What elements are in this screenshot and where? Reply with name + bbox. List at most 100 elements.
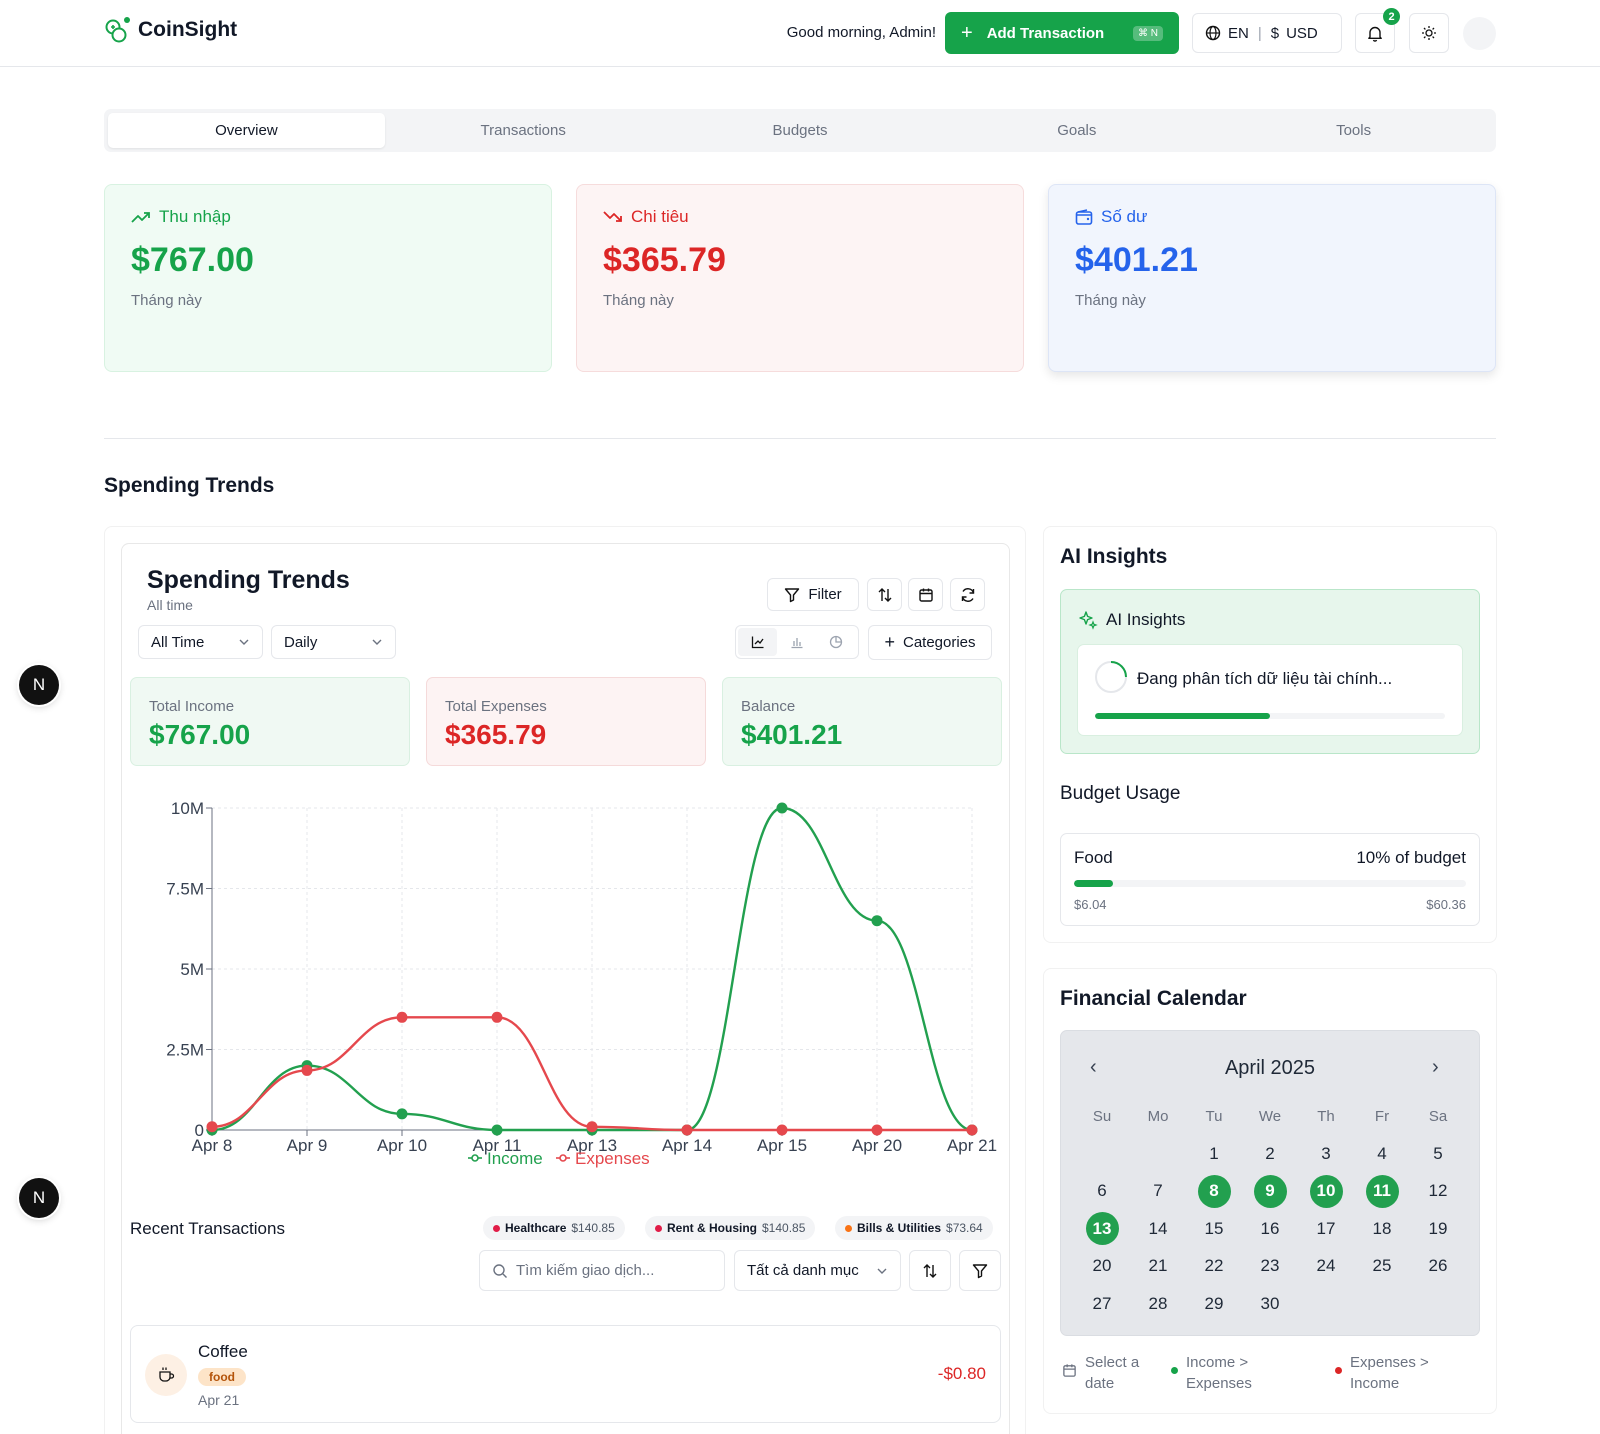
calendar-day[interactable]: 3 xyxy=(1298,1135,1354,1173)
top-category-chip[interactable]: Rent & Housing $140.85 xyxy=(645,1216,816,1240)
data-point-income xyxy=(396,1108,408,1120)
calendar-day[interactable]: 22 xyxy=(1186,1248,1242,1286)
section-title: Spending Trends xyxy=(104,474,275,497)
bar-chart-toggle[interactable] xyxy=(777,628,816,656)
calendar-legend-expenses: Expenses > Income xyxy=(1335,1352,1450,1394)
filter-icon xyxy=(785,587,800,602)
x-tick-label: Apr 9 xyxy=(287,1136,328,1155)
categories-label: Categories xyxy=(902,634,976,651)
x-tick-label: Apr 20 xyxy=(852,1136,902,1155)
calendar-day[interactable]: 30 xyxy=(1242,1285,1298,1323)
date-range-button[interactable] xyxy=(908,578,943,611)
category-dot xyxy=(655,1224,662,1232)
legend-marker xyxy=(471,1154,479,1162)
calendar-day[interactable]: 12 xyxy=(1410,1173,1466,1211)
chevron-down-icon xyxy=(877,1268,887,1274)
add-transaction-button[interactable]: + Add Transaction ⌘ N xyxy=(945,12,1179,54)
top-bar: CoinSight Good morning, Admin! + Add Tra… xyxy=(0,0,1600,67)
theme-toggle-button[interactable] xyxy=(1409,13,1449,53)
user-avatar[interactable] xyxy=(1463,17,1496,50)
category-name: Bills & Utilities xyxy=(857,1221,942,1235)
transaction-filter-button[interactable] xyxy=(959,1250,1001,1291)
transaction-row[interactable]: Coffee food Apr 21 -$0.80 xyxy=(130,1325,1001,1423)
weekday-header: We xyxy=(1258,1107,1282,1125)
calendar-day[interactable]: 9 xyxy=(1242,1173,1298,1211)
top-category-chip[interactable]: Bills & Utilities $73.64 xyxy=(835,1216,993,1240)
legend-label: Expenses > Income xyxy=(1350,1354,1429,1392)
calendar-day[interactable]: 27 xyxy=(1074,1285,1130,1323)
calendar-day-number: 3 xyxy=(1321,1143,1331,1163)
calendar-day[interactable]: 5 xyxy=(1410,1135,1466,1173)
filter-button[interactable]: Filter xyxy=(767,578,859,611)
calendar-day[interactable]: 21 xyxy=(1130,1248,1186,1286)
ai-status-message: Đang phân tích dữ liệu tài chính... xyxy=(1137,669,1393,688)
locale-switcher[interactable]: EN | $ USD xyxy=(1192,13,1342,53)
sparkles-icon xyxy=(1079,611,1098,630)
calendar-day-number: 15 xyxy=(1204,1218,1224,1238)
data-point-expenses xyxy=(301,1064,313,1076)
calendar-day[interactable]: 7 xyxy=(1130,1173,1186,1211)
calendar-day[interactable]: 2 xyxy=(1242,1135,1298,1173)
calendar-day[interactable]: 24 xyxy=(1298,1248,1354,1286)
calendar-day[interactable]: 18 xyxy=(1354,1210,1410,1248)
categories-button[interactable]: + Categories xyxy=(868,625,992,660)
sort-arrows-icon xyxy=(923,1263,937,1278)
data-point-expenses xyxy=(871,1124,883,1136)
line-chart-toggle[interactable] xyxy=(738,628,778,656)
ai-progress-bar xyxy=(1095,713,1445,719)
interval-select[interactable]: Daily xyxy=(271,625,396,659)
notifications-button[interactable]: 2 xyxy=(1355,8,1400,53)
y-tick-label: 7.5M xyxy=(166,880,204,899)
calendar-day[interactable]: 1 xyxy=(1186,1135,1242,1173)
calendar-day[interactable]: 17 xyxy=(1298,1210,1354,1248)
calendar-day[interactable]: 28 xyxy=(1130,1285,1186,1323)
calendar-day[interactable]: 8 xyxy=(1186,1173,1242,1211)
legend-label: Select a date xyxy=(1085,1354,1140,1392)
calendar-day-number: 10 xyxy=(1309,1174,1343,1208)
add-transaction-label: Add Transaction xyxy=(986,24,1105,42)
calendar-day[interactable]: 15 xyxy=(1186,1210,1242,1248)
transaction-sort-button[interactable] xyxy=(909,1250,951,1291)
tab-goals[interactable]: Goals xyxy=(938,113,1215,148)
calendar-day[interactable]: 11 xyxy=(1354,1173,1410,1211)
calendar-day[interactable]: 14 xyxy=(1130,1210,1186,1248)
expense-card-period: Tháng này xyxy=(603,292,674,309)
brand[interactable]: CoinSight xyxy=(104,16,237,44)
currency-value: USD xyxy=(1286,24,1318,42)
calendar-day[interactable]: 13 xyxy=(1074,1210,1130,1248)
x-tick-label: Apr 15 xyxy=(757,1136,807,1155)
search-icon xyxy=(493,1263,507,1278)
calendar-day[interactable]: 4 xyxy=(1354,1135,1410,1173)
calendar-day[interactable]: 16 xyxy=(1242,1210,1298,1248)
calendar-day[interactable]: 6 xyxy=(1074,1173,1130,1211)
tab-overview[interactable]: Overview xyxy=(108,113,385,148)
top-category-chip[interactable]: Healthcare $140.85 xyxy=(483,1216,625,1240)
refresh-button[interactable] xyxy=(950,578,985,611)
coffee-icon xyxy=(145,1354,187,1396)
coins-logo-icon xyxy=(105,17,130,43)
transaction-search-input[interactable]: Tìm kiếm giao dịch... xyxy=(479,1250,725,1291)
calendar-day[interactable]: 26 xyxy=(1410,1248,1466,1286)
calendar-day[interactable]: 23 xyxy=(1242,1248,1298,1286)
sort-button[interactable] xyxy=(867,578,902,611)
calendar-day[interactable]: 10 xyxy=(1298,1173,1354,1211)
plus-icon: + xyxy=(961,21,973,44)
filter-icon xyxy=(972,1263,988,1278)
calendar-day[interactable]: 25 xyxy=(1354,1248,1410,1286)
tab-transactions[interactable]: Transactions xyxy=(385,113,662,148)
calendar-next-month-button[interactable]: › xyxy=(1432,1056,1439,1079)
dev-tools-badge[interactable]: N xyxy=(19,665,59,705)
tab-budgets[interactable]: Budgets xyxy=(662,113,939,148)
calendar-day[interactable]: 20 xyxy=(1074,1248,1130,1286)
tab-tools[interactable]: Tools xyxy=(1215,113,1492,148)
range-select[interactable]: All Time xyxy=(138,625,263,659)
x-tick-label: Apr 14 xyxy=(662,1136,712,1155)
refresh-icon xyxy=(961,587,974,602)
pie-chart-toggle[interactable] xyxy=(817,628,856,656)
calendar-day[interactable]: 29 xyxy=(1186,1285,1242,1323)
category-filter-select[interactable]: Tất cả danh mục xyxy=(734,1250,901,1291)
chevron-down-icon xyxy=(372,639,382,645)
calendar-day[interactable]: 19 xyxy=(1410,1210,1466,1248)
calendar-day-number: 16 xyxy=(1260,1218,1280,1238)
dev-tools-badge[interactable]: N xyxy=(19,1178,59,1218)
